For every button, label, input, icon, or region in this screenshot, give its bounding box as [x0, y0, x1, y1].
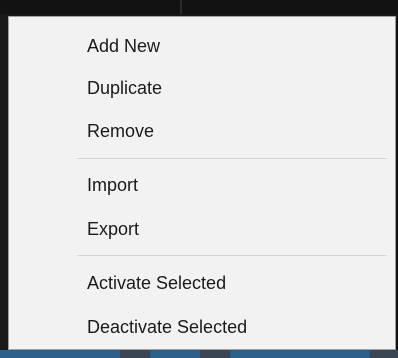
menu-item-label: Add New	[87, 35, 161, 56]
menu-item-label: Remove	[87, 120, 155, 141]
menu-item-label: Deactivate Selected	[87, 316, 248, 337]
menu-item-export[interactable]: Export	[9, 208, 395, 250]
menu-item-label: Export	[87, 218, 140, 239]
menu-item-deactivate-selected[interactable]: Deactivate Selected	[9, 306, 395, 348]
menu-item-label: Import	[87, 174, 139, 195]
menu-separator	[77, 158, 387, 159]
context-menu: Add New Duplicate Remove Import Export A…	[8, 16, 396, 350]
menu-item-label: Activate Selected	[87, 272, 227, 293]
background-segment	[230, 350, 370, 358]
window-divider	[180, 0, 182, 14]
menu-item-label: Duplicate	[87, 77, 163, 98]
menu-separator	[77, 255, 387, 256]
background-segment	[150, 350, 200, 358]
menu-item-activate-selected[interactable]: Activate Selected	[9, 262, 395, 304]
menu-item-remove[interactable]: Remove	[9, 110, 395, 152]
menu-item-duplicate[interactable]: Duplicate	[9, 67, 395, 109]
menu-item-add-new[interactable]: Add New	[9, 25, 395, 67]
menu-item-import[interactable]: Import	[9, 164, 395, 206]
background-window-bottom	[0, 350, 398, 358]
background-window-strip	[0, 0, 398, 14]
background-segment	[0, 350, 120, 358]
